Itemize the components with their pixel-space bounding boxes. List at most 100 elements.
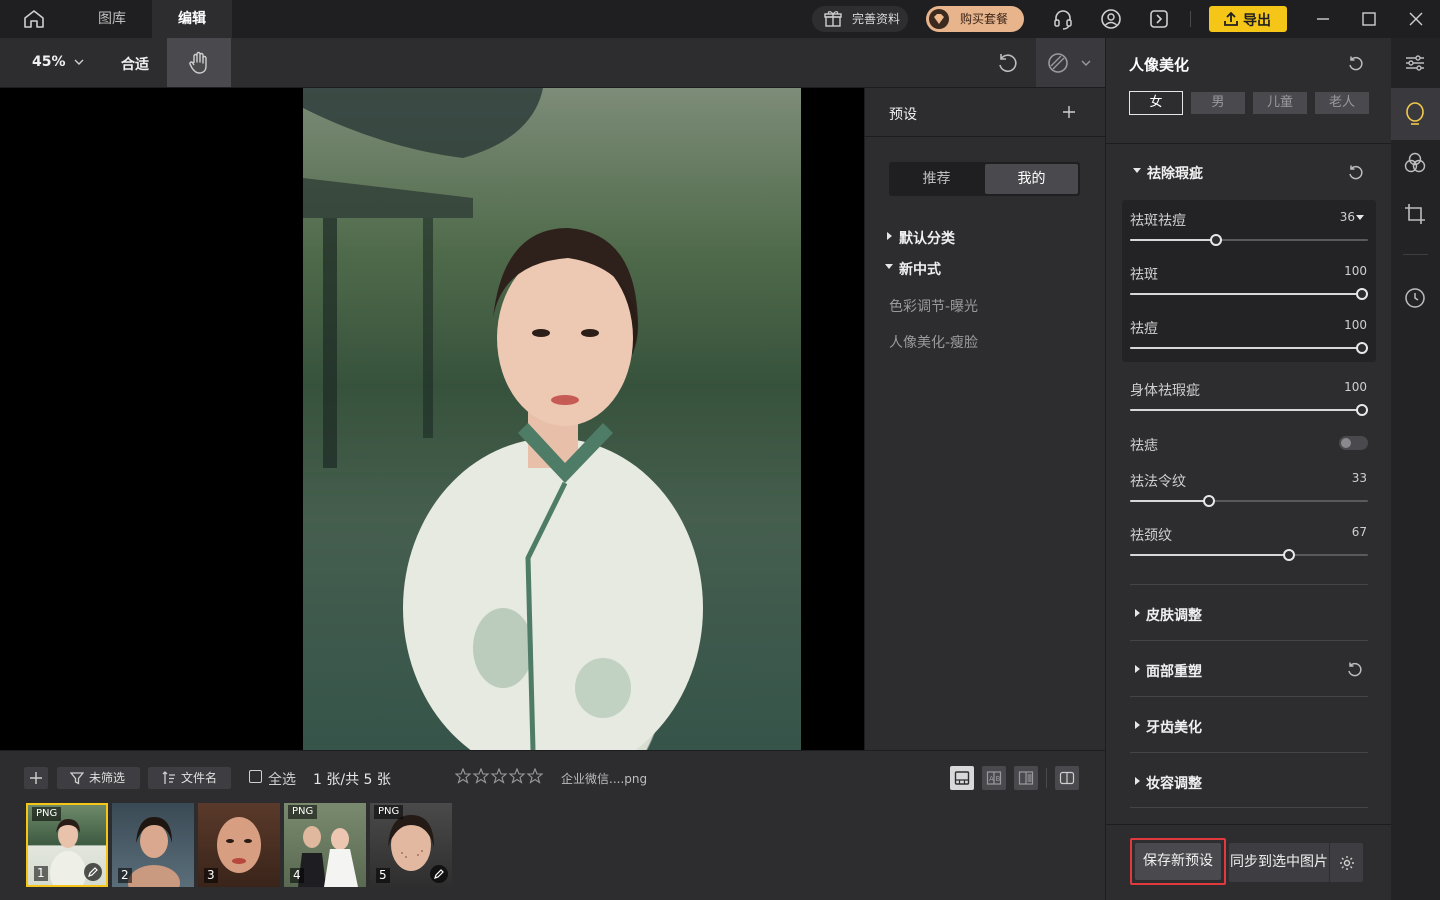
zoom-select[interactable]: 45%	[32, 54, 84, 70]
complete-info-button[interactable]: 完善资料	[812, 6, 908, 32]
png-badge: PNG	[374, 805, 404, 819]
reset-icon[interactable]	[1347, 55, 1365, 73]
chevron-down-icon	[74, 58, 84, 66]
toggle-mole[interactable]	[1339, 436, 1368, 450]
hand-icon	[188, 51, 210, 75]
plus-icon	[29, 770, 43, 786]
slider-neck[interactable]	[1130, 549, 1368, 561]
sync-selected-button[interactable]: 同步到选中图片	[1229, 843, 1329, 882]
add-image-button[interactable]	[24, 767, 48, 789]
add-preset-icon[interactable]	[1061, 104, 1077, 120]
slider-spot-acne[interactable]	[1130, 234, 1368, 246]
tab-edit[interactable]: 编辑	[152, 0, 232, 38]
slider-handle[interactable]	[1283, 549, 1296, 561]
slider-spot[interactable]	[1130, 288, 1368, 300]
tab-recommended[interactable]: 推荐	[889, 162, 984, 196]
thumbnail-5[interactable]: PNG 5	[370, 803, 452, 887]
compare-split-button[interactable]	[1014, 766, 1038, 790]
toggle-knob	[1341, 438, 1351, 448]
side-by-side-button[interactable]	[1055, 766, 1079, 790]
slider-body-blemish[interactable]	[1130, 404, 1368, 416]
maximize-icon[interactable]	[1358, 8, 1380, 30]
home-icon[interactable]	[22, 9, 46, 29]
slider-label-nasolabial: 祛法令纹	[1130, 474, 1186, 490]
reset-icon[interactable]	[1346, 661, 1364, 679]
thumbnail-2[interactable]: 2	[112, 803, 194, 887]
portrait-photo[interactable]	[303, 88, 801, 750]
section-face-reshape[interactable]: 面部重塑	[1130, 640, 1368, 696]
section-title: 牙齿美化	[1146, 720, 1202, 736]
tab-library[interactable]: 图库	[72, 0, 152, 38]
face-icon	[1404, 102, 1426, 126]
preset-group-label: 默认分类	[899, 231, 955, 247]
hand-tool-button[interactable]	[167, 38, 231, 87]
gift-icon	[824, 10, 842, 28]
color-circles-icon[interactable]	[1404, 152, 1426, 174]
section-title: 妆容调整	[1146, 776, 1202, 792]
portrait-tool-active[interactable]	[1391, 88, 1440, 140]
crop-icon[interactable]	[1404, 203, 1426, 225]
slider-value-spot-acne: 36	[1339, 210, 1355, 224]
sort-button[interactable]: 文件名	[148, 767, 231, 789]
thumbnail-index: 2	[118, 868, 132, 883]
close-icon[interactable]	[1405, 8, 1427, 30]
gender-tab-female[interactable]: 女	[1129, 91, 1183, 115]
user-avatar-icon[interactable]	[1100, 8, 1122, 30]
tab-mine[interactable]: 我的	[985, 164, 1078, 194]
minimize-icon[interactable]	[1312, 8, 1334, 30]
thumbnail-4[interactable]: PNG 4	[284, 803, 366, 887]
thumbnail-1[interactable]: PNG 1	[26, 803, 108, 887]
slider-handle[interactable]	[1356, 404, 1368, 416]
gender-tab-male[interactable]: 男	[1191, 92, 1245, 114]
tool-sidebar	[1391, 38, 1440, 900]
preset-group-label: 新中式	[899, 262, 941, 278]
rating-stars[interactable]	[455, 768, 545, 784]
adjust-sliders-icon[interactable]	[1404, 52, 1426, 74]
gender-tab-child[interactable]: 儿童	[1253, 92, 1307, 114]
slider-value-nasolabial: 33	[1351, 471, 1367, 485]
logout-icon[interactable]	[1148, 8, 1170, 30]
section-teeth-beauty[interactable]: 牙齿美化	[1130, 696, 1368, 752]
reset-icon[interactable]	[1347, 164, 1365, 182]
side-by-side-icon	[1059, 770, 1075, 786]
select-all-checkbox[interactable]	[249, 770, 262, 783]
slider-handle[interactable]	[1209, 234, 1222, 246]
section-skin-adjust[interactable]: 皮肤调整	[1130, 584, 1368, 640]
filmstrip-icon	[954, 770, 970, 786]
diamond-icon	[929, 9, 949, 29]
preset-item-slim-face[interactable]: 人像美化-瘦脸	[889, 332, 978, 352]
compare-ab-button[interactable]: AB	[982, 766, 1006, 790]
caret-down-icon	[1133, 168, 1141, 173]
presets-title: 预设	[889, 107, 917, 123]
save-new-preset-button[interactable]: 保存新预设	[1135, 843, 1221, 880]
panel-divider	[1106, 824, 1391, 825]
caret-right-icon	[1135, 777, 1140, 785]
thumbnail-3[interactable]: 3	[198, 803, 280, 887]
section-title: 面部重塑	[1146, 664, 1202, 680]
slider-handle[interactable]	[1356, 288, 1368, 300]
slider-handle[interactable]	[1356, 342, 1368, 354]
slider-handle[interactable]	[1202, 495, 1215, 507]
caret-down-icon	[885, 264, 893, 269]
slider-acne[interactable]	[1130, 342, 1368, 354]
headset-icon[interactable]	[1052, 8, 1074, 30]
sync-settings-button[interactable]	[1330, 843, 1363, 882]
filmstrip-view-button[interactable]	[950, 766, 974, 790]
fit-button[interactable]: 合适	[121, 54, 149, 74]
thumbnail-index: 3	[204, 868, 218, 883]
undo-rotate-icon[interactable]	[996, 52, 1020, 76]
filter-button[interactable]: 未筛选	[57, 767, 140, 789]
compare-button[interactable]	[1036, 38, 1105, 87]
png-badge: PNG	[288, 805, 318, 819]
buy-package-button[interactable]: 购买套餐	[926, 6, 1024, 32]
export-button[interactable]: 导出	[1209, 6, 1287, 32]
preset-item-color-exposure[interactable]: 色彩调节-曝光	[889, 296, 978, 316]
compare-ab-icon: AB	[986, 770, 1002, 786]
image-canvas[interactable]	[0, 88, 864, 750]
gender-tab-elder[interactable]: 老人	[1315, 92, 1369, 114]
section-makeup[interactable]: 妆容调整	[1130, 752, 1368, 808]
caret-down-icon[interactable]	[1356, 215, 1364, 220]
slider-nasolabial[interactable]	[1130, 495, 1368, 507]
history-clock-icon[interactable]	[1404, 287, 1426, 309]
caret-right-icon	[887, 232, 892, 240]
